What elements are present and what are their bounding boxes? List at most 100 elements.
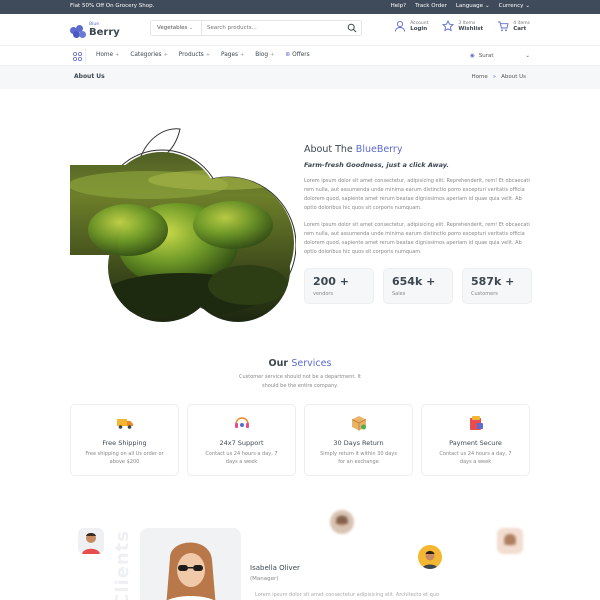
wishlist-label: Wishlist — [458, 25, 484, 32]
service-desc: Contact us 24 hours a day, 7 days a week — [205, 451, 278, 465]
logo-text: Berry — [89, 27, 120, 38]
account-button[interactable]: Account Login — [394, 20, 428, 32]
stat-card: 200 + vendors — [304, 268, 374, 304]
chevron-down-icon: ⌄ — [485, 3, 490, 9]
about-title-prefix: About The — [304, 144, 356, 155]
testimonial-name: Isabella Oliver — [250, 564, 300, 572]
cart-count: 4 items — [513, 20, 530, 26]
services-title-accent: Services — [291, 358, 332, 369]
client-avatar[interactable] — [418, 545, 442, 569]
grid-icon — [72, 51, 83, 62]
stats-row: 200 + vendors 654k + Sales 587k + Customers — [304, 268, 532, 304]
location-label: Surat — [478, 53, 494, 59]
return-box-icon — [351, 416, 366, 431]
language-dropdown[interactable]: Language ⌄ — [456, 3, 490, 9]
about-content: About The BlueBerry Farm-fresh Goodness,… — [304, 144, 532, 257]
main-nav: Home + Categories + Products + Pages + Blog +… — [0, 46, 600, 66]
services-subtitle: Customer service should not be a departm… — [239, 374, 361, 389]
cart-button[interactable]: 4 items Cart — [497, 20, 530, 32]
plus-icon: + — [115, 52, 120, 58]
plus-icon: + — [163, 52, 168, 58]
nav-label: Products — [178, 52, 204, 58]
stat-number: 654k + — [392, 275, 436, 288]
nav-label: Blog — [255, 52, 269, 58]
stat-card: 587k + Customers — [462, 268, 532, 304]
about-paragraph: Lorem ipsum dolor sit amet consectetur, … — [304, 222, 530, 255]
star-icon — [442, 20, 455, 32]
service-desc: Simply return it within 30 days for an e… — [320, 451, 397, 465]
header-actions: Account Login 3 Items Wishlist 4 items Cart — [394, 20, 530, 32]
stat-label: Sales — [392, 291, 406, 297]
service-desc: Free shipping on all Us order or above $… — [85, 451, 164, 465]
nav-label: Home — [96, 52, 114, 58]
offer-icon: ⊛ — [285, 52, 291, 58]
blueberry-logo-icon — [70, 25, 86, 39]
header: Blue Berry Vegetables ⌄ AccountLogin 3 I… — [0, 14, 600, 46]
testimonial-photo — [140, 528, 241, 600]
chevron-down-icon: ⌄ — [525, 53, 530, 59]
service-title: 30 Days Return — [333, 439, 384, 447]
breadcrumb-bar: About Us Home » About Us — [0, 66, 600, 89]
chevron-down-icon: ⌄ — [189, 25, 194, 31]
service-title: Payment Secure — [449, 439, 502, 447]
woman-portrait-icon — [497, 528, 523, 554]
cart-label: Cart — [513, 25, 527, 32]
search-icon[interactable] — [347, 23, 357, 33]
about-image — [70, 128, 296, 322]
category-label: Vegetables — [157, 25, 188, 31]
category-select[interactable]: Vegetables ⌄ — [151, 21, 202, 35]
nav-item-pages[interactable]: Pages + — [221, 52, 244, 58]
stat-card: 654k + Sales — [383, 268, 453, 304]
nav-item-offers[interactable]: ⊛ Offers — [285, 52, 309, 58]
breadcrumb: Home » About Us — [471, 74, 526, 80]
search-bar: Vegetables ⌄ — [150, 20, 362, 36]
nav-item-home[interactable]: Home + — [96, 52, 119, 58]
logo[interactable]: Blue Berry — [70, 22, 120, 42]
track-order-link[interactable]: Track Order — [415, 3, 447, 9]
service-desc: Contact us 24 hours a day, 7 days a week — [439, 451, 512, 465]
about-paragraph: Lorem ipsum dolor sit amet consectetur, … — [304, 178, 530, 211]
wishlist-button[interactable]: 3 Items Wishlist — [442, 20, 483, 32]
headset-support-icon — [234, 417, 249, 428]
account-label: Account — [410, 20, 429, 26]
testimonial-quote: Lorem ipsum dolor sit amet consectetur a… — [255, 592, 440, 598]
page-title: About Us — [74, 73, 105, 80]
help-link[interactable]: Help? — [391, 3, 406, 9]
services-title-prefix: Our — [268, 358, 292, 369]
service-title: 24x7 Support — [219, 439, 264, 447]
category-toggle-button[interactable] — [70, 48, 86, 64]
services-row: Free Shipping Free shipping on all Us or… — [70, 404, 530, 476]
currency-label: Currency — [498, 3, 524, 9]
chevron-down-icon: ⌄ — [525, 3, 530, 9]
woman-portrait-icon — [140, 528, 241, 600]
chevron-right-icon: » — [492, 74, 497, 80]
secure-payment-icon — [469, 416, 483, 430]
nav-item-products[interactable]: Products + — [179, 52, 210, 58]
nav-item-categories[interactable]: Categories + — [130, 52, 167, 58]
stat-number: 587k + — [471, 275, 515, 288]
plus-icon: + — [205, 52, 211, 58]
stat-label: vendors — [313, 291, 334, 297]
client-avatar[interactable] — [497, 528, 523, 554]
top-bar: Flat 50% Off On Grocery Shop. Help? Trac… — [0, 0, 600, 14]
top-links: Help? Track Order Language ⌄ Currency ⌄ — [391, 3, 530, 9]
location-select[interactable]: ◉ Surat ⌄ — [470, 50, 530, 62]
nav-menu: Home + Categories + Products + Pages + Blog +… — [96, 52, 310, 58]
breadcrumb-home-link[interactable]: Home — [471, 74, 487, 80]
about-tagline: Farm-fresh Goodness, just a click Away. — [304, 161, 449, 169]
promo-text: Flat 50% Off On Grocery Shop. — [70, 3, 155, 9]
services-title: Our Services — [0, 358, 600, 369]
nav-label: Offers — [292, 52, 310, 58]
about-title-accent: BlueBerry — [355, 144, 403, 155]
currency-dropdown[interactable]: Currency ⌄ — [499, 3, 530, 9]
service-card: Free Shipping Free shipping on all Us or… — [70, 404, 179, 476]
client-avatar[interactable] — [330, 510, 354, 534]
service-card: Payment Secure Contact us 24 hours a day… — [421, 404, 530, 476]
client-avatar[interactable] — [78, 528, 104, 554]
nav-item-blog[interactable]: Blog + — [255, 52, 274, 58]
about-title: About The BlueBerry — [304, 144, 532, 155]
stat-label: Customers — [471, 291, 498, 297]
search-input[interactable] — [207, 23, 337, 33]
location-pin-icon: ◉ — [470, 53, 475, 59]
cart-icon — [498, 21, 509, 32]
